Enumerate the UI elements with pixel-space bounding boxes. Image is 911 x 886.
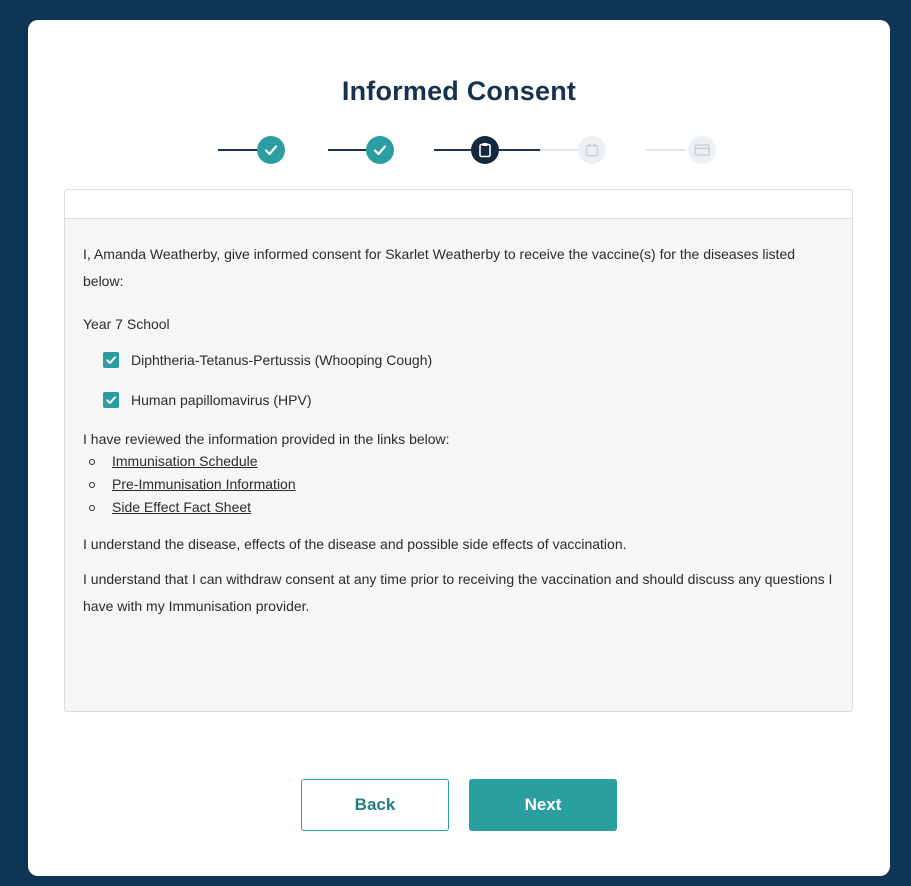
reviewed-statement: I have reviewed the information provided…	[83, 431, 450, 447]
consent-panel-body: I, Amanda Weatherby, give informed conse…	[65, 219, 852, 620]
list-item: Immunisation Schedule	[89, 450, 834, 473]
check-icon	[264, 145, 278, 156]
school-program: Year 7 School	[83, 316, 170, 332]
info-links-list: Immunisation Schedule Pre-Immunisation I…	[83, 450, 834, 519]
progress-stepper	[188, 130, 758, 170]
checkbox-checked[interactable]	[103, 392, 119, 408]
vaccine-label: Human papillomavirus (HPV)	[131, 391, 312, 408]
checkbox-checked[interactable]	[103, 352, 119, 368]
page-title: Informed Consent	[341, 76, 577, 106]
vaccine-checkbox-hpv[interactable]: Human papillomavirus (HPV)	[103, 388, 834, 412]
bullet-icon	[89, 504, 95, 511]
consent-panel-header	[65, 190, 852, 219]
step-2-complete	[366, 136, 394, 164]
consent-statement: I, Amanda Weatherby, give informed conse…	[83, 246, 796, 289]
back-button[interactable]: Back	[301, 779, 449, 831]
bullet-icon	[89, 481, 95, 488]
step-5-pending	[688, 136, 716, 164]
check-icon	[106, 356, 116, 364]
next-button[interactable]: Next	[469, 779, 617, 831]
step-3-current	[471, 136, 499, 164]
withdraw-statement: I understand that I can withdraw consent…	[83, 571, 833, 614]
clipboard-icon	[479, 143, 491, 158]
consent-card: Informed Consent I, Amanda Weatherby, gi…	[28, 20, 890, 876]
stepper-line-done	[498, 149, 540, 151]
understand-statement: I understand the disease, effects of the…	[83, 536, 627, 552]
step-4-pending	[578, 136, 606, 164]
list-item: Pre-Immunisation Information	[89, 473, 834, 496]
stepper-line-todo	[646, 149, 686, 151]
check-icon	[373, 145, 387, 156]
check-icon	[106, 396, 116, 404]
calendar-icon	[585, 144, 599, 157]
card-icon	[694, 144, 710, 156]
vaccine-checkbox-dtp[interactable]: Diphtheria-Tetanus-Pertussis (Whooping C…	[103, 348, 834, 372]
list-item: Side Effect Fact Sheet	[89, 496, 834, 519]
vaccine-label: Diphtheria-Tetanus-Pertussis (Whooping C…	[131, 351, 433, 368]
link-side-effect-fact-sheet[interactable]: Side Effect Fact Sheet	[112, 494, 251, 521]
consent-panel: I, Amanda Weatherby, give informed conse…	[64, 189, 853, 712]
bullet-icon	[89, 458, 95, 465]
step-1-complete	[257, 136, 285, 164]
